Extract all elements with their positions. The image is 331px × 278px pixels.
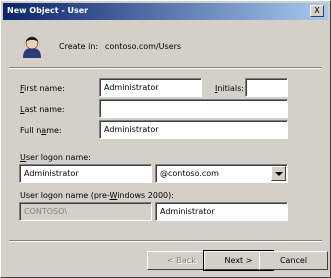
- user-icon: [23, 36, 41, 58]
- logon-name-value: Administrator: [24, 169, 79, 178]
- first-name-label-rest: irst name:: [24, 84, 65, 93]
- first-name-input[interactable]: Administrator: [99, 78, 202, 97]
- pre2000-domain-value: CONTOSO\: [24, 207, 68, 216]
- separator-top: [9, 67, 322, 69]
- initials-label-rest: nitials:: [217, 84, 244, 93]
- title-bar[interactable]: New Object - User X: [3, 3, 328, 20]
- cancel-button[interactable]: Cancel: [259, 251, 328, 270]
- separator-bottom: [9, 240, 322, 242]
- logon-name-label: User logon name:: [20, 153, 91, 162]
- first-name-value: Administrator: [104, 83, 159, 92]
- last-name-label-rest: ast name:: [24, 105, 65, 114]
- pre2000-name-input[interactable]: Administrator: [155, 202, 288, 221]
- close-button[interactable]: X: [310, 5, 324, 17]
- new-object-user-dialog: New Object - User X Create in: contoso.c…: [0, 0, 331, 278]
- initials-label: Initials:: [215, 84, 244, 93]
- last-name-input[interactable]: [99, 99, 288, 118]
- close-icon: X: [314, 6, 320, 15]
- window-title: New Object - User: [7, 6, 89, 15]
- full-name-input[interactable]: Administrator: [99, 120, 288, 139]
- full-name-label: Full name:: [20, 126, 62, 135]
- pre2000-name-value: Administrator: [160, 207, 215, 216]
- create-in-label: Create in:: [59, 42, 99, 51]
- cancel-button-label: Cancel: [279, 256, 308, 265]
- initials-input[interactable]: [245, 78, 288, 97]
- logon-domain-select[interactable]: @contoso.com: [155, 164, 288, 183]
- last-name-label: Last name:: [20, 105, 65, 114]
- chevron-down-icon[interactable]: [271, 166, 286, 181]
- first-name-label: First name:: [20, 84, 65, 93]
- next-button-label: Next >: [224, 256, 253, 265]
- logon-name-input[interactable]: Administrator: [19, 164, 152, 183]
- full-name-value: Administrator: [104, 125, 159, 134]
- back-button-label: < Back: [167, 256, 196, 265]
- pre2000-domain-field: CONTOSO\: [19, 202, 152, 221]
- logon-domain-value: @contoso.com: [160, 169, 219, 178]
- create-in-value: contoso.com/Users: [105, 42, 182, 51]
- pre2000-label: User logon name (pre-Windows 2000):: [20, 191, 174, 200]
